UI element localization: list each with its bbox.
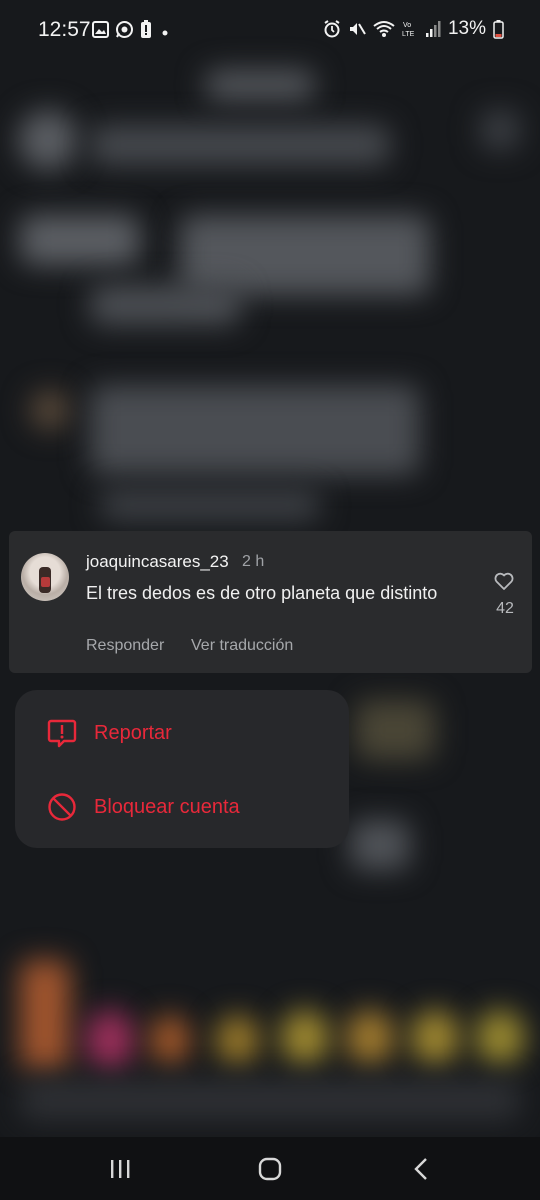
block-account-label: Bloquear cuenta: [94, 796, 240, 818]
comment-action-menu: Reportar Bloquear cuenta: [15, 690, 349, 848]
mute-icon: [349, 23, 366, 35]
report-label: Reportar: [94, 722, 172, 744]
signal-icon: [425, 21, 441, 37]
battery-percentage: 13%: [447, 18, 486, 39]
svg-text:Vo: Vo: [403, 22, 411, 29]
block-icon: [48, 793, 76, 821]
comment-text: El tres dedos es de otro planeta que dis…: [86, 583, 438, 603]
wifi-icon: [373, 21, 395, 37]
comment-card[interactable]: joaquincasares_23 2 h El tres dedos es d…: [9, 531, 532, 673]
battery-icon: [493, 19, 504, 39]
alarm-icon: [324, 20, 340, 38]
comment-timestamp: 2 h: [242, 553, 265, 570]
status-time: 12:57: [38, 18, 91, 41]
reply-button[interactable]: Responder: [86, 637, 164, 655]
block-account-menu-item[interactable]: Bloquear cuenta: [15, 778, 349, 838]
home-icon[interactable]: [252, 1153, 288, 1185]
report-menu-item[interactable]: Reportar: [15, 704, 349, 764]
battery-alert-icon: [141, 20, 151, 38]
heart-icon[interactable]: [492, 569, 516, 593]
avatar[interactable]: [21, 553, 69, 601]
report-icon: [47, 719, 77, 748]
like-count: 42: [496, 600, 514, 617]
see-translation-button[interactable]: Ver traducción: [191, 637, 293, 655]
status-bar: 12:57 Vo LTE 13%: [0, 0, 540, 60]
gallery-icon: [92, 21, 109, 38]
recent-apps-icon[interactable]: [102, 1153, 138, 1185]
comment-username[interactable]: joaquincasares_23: [86, 552, 229, 572]
dot-icon: [162, 30, 168, 35]
whatsapp-icon: [116, 21, 133, 38]
system-navigation-bar: [0, 1137, 540, 1200]
volte-icon: Vo LTE: [402, 22, 415, 38]
back-icon[interactable]: [404, 1153, 440, 1185]
svg-text:LTE: LTE: [402, 31, 415, 38]
